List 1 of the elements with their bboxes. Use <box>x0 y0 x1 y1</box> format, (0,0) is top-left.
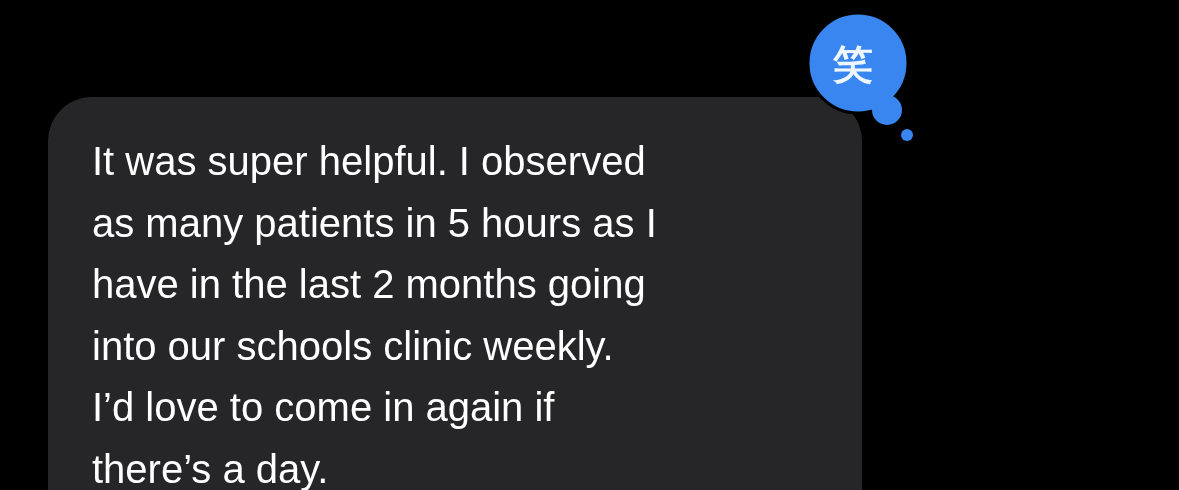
reaction-label: 笑 <box>832 39 874 89</box>
